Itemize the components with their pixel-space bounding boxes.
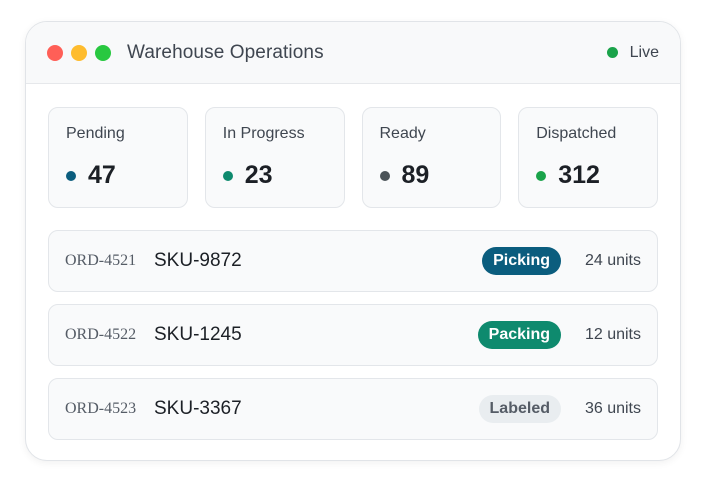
order-list: ORD-4521 SKU-9872 Picking 24 units ORD-4… bbox=[48, 230, 658, 440]
maximize-window-button[interactable] bbox=[95, 44, 111, 61]
title-bar: Warehouse Operations Live bbox=[26, 22, 680, 84]
stat-label: Pending bbox=[66, 125, 125, 142]
close-window-button[interactable] bbox=[47, 44, 63, 61]
stat-label: Dispatched bbox=[536, 125, 617, 142]
order-units: 24 units bbox=[584, 252, 641, 269]
stat-value: 89 bbox=[401, 161, 430, 189]
status-badge: Picking bbox=[482, 247, 561, 275]
order-units: 12 units bbox=[584, 326, 641, 343]
order-units: 36 units bbox=[584, 400, 641, 417]
minimize-window-button[interactable] bbox=[71, 44, 87, 61]
status-badge: Packing bbox=[477, 321, 561, 349]
stats-row: Pending 47 In Progress 23 Ready 89 Dispa… bbox=[48, 107, 658, 208]
order-row[interactable]: ORD-4522 SKU-1245 Packing 12 units bbox=[48, 304, 658, 366]
order-sku: SKU-9872 bbox=[154, 250, 242, 271]
stat-value: 312 bbox=[558, 161, 600, 189]
stat-value: 23 bbox=[244, 161, 273, 189]
order-row[interactable]: ORD-4521 SKU-9872 Picking 24 units bbox=[48, 230, 658, 292]
app-window: Warehouse Operations Live Pending 47 In … bbox=[25, 21, 681, 461]
live-status: Live bbox=[606, 43, 659, 62]
order-id: ORD-4523 bbox=[65, 400, 137, 417]
stat-card-dispatched[interactable]: Dispatched 312 bbox=[518, 107, 658, 208]
stat-card-in-progress[interactable]: In Progress 23 bbox=[204, 107, 345, 208]
order-id: ORD-4522 bbox=[65, 326, 137, 343]
window-title: Warehouse Operations bbox=[127, 41, 324, 63]
stat-label: In Progress bbox=[222, 125, 305, 142]
main-content: Pending 47 In Progress 23 Ready 89 Dispa… bbox=[26, 84, 680, 440]
status-badge: Labeled bbox=[478, 395, 561, 423]
order-sku: SKU-3367 bbox=[154, 398, 242, 419]
stat-value: 47 bbox=[88, 161, 116, 189]
status-dot-icon bbox=[536, 170, 547, 181]
stat-label: Ready bbox=[379, 125, 426, 142]
stat-card-pending[interactable]: Pending 47 bbox=[48, 107, 188, 208]
stat-card-ready[interactable]: Ready 89 bbox=[361, 107, 502, 208]
status-dot-icon bbox=[66, 170, 76, 181]
order-row[interactable]: ORD-4523 SKU-3367 Labeled 36 units bbox=[48, 378, 658, 440]
order-id: ORD-4521 bbox=[65, 252, 137, 269]
live-indicator-icon bbox=[606, 47, 618, 58]
live-status-label: Live bbox=[629, 43, 659, 61]
window-controls bbox=[47, 44, 111, 61]
status-dot-icon bbox=[222, 170, 233, 181]
status-dot-icon bbox=[379, 170, 390, 181]
order-sku: SKU-1245 bbox=[154, 324, 242, 345]
